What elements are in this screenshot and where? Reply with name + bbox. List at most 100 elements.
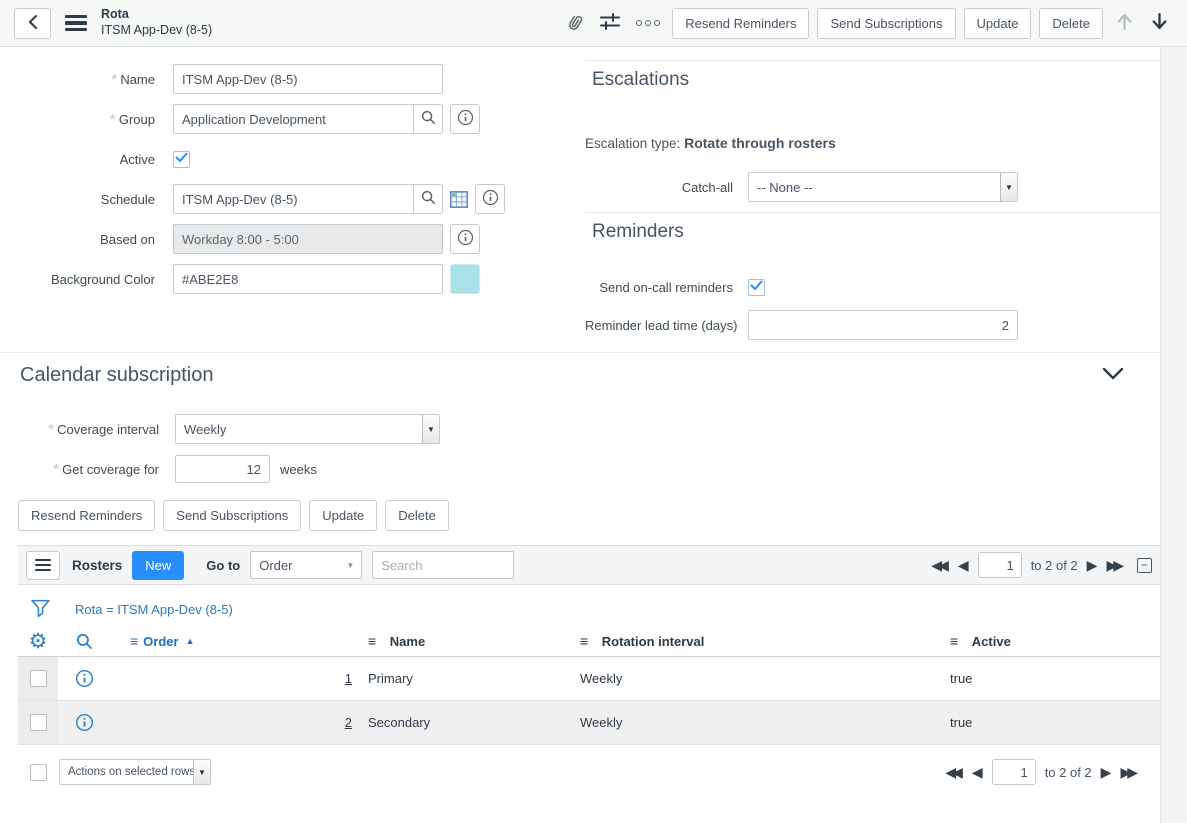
scrollbar-gutter[interactable] xyxy=(1160,47,1187,823)
last-page-icon[interactable]: ▶▶ xyxy=(1106,558,1120,572)
column-header-active[interactable]: ≡ Active xyxy=(940,626,1160,656)
row-checkbox[interactable] xyxy=(30,670,47,687)
last-page-icon[interactable]: ▶▶ xyxy=(1120,765,1134,779)
form-context-menu-icon[interactable] xyxy=(65,12,87,35)
column-header-order[interactable]: ≡ Order ▲ xyxy=(110,626,358,656)
send-subscriptions-button[interactable]: Send Subscriptions xyxy=(163,500,301,531)
cell-name: Secondary xyxy=(358,701,570,744)
coverage-interval-value: Weekly xyxy=(176,415,422,443)
get-coverage-input[interactable] xyxy=(175,455,270,483)
send-subscriptions-button[interactable]: Send Subscriptions xyxy=(817,8,955,39)
search-icon xyxy=(421,110,436,128)
dropdown-arrow-icon: ▼ xyxy=(1000,173,1017,201)
column-label: Name xyxy=(390,634,425,649)
filter-breadcrumb[interactable]: Rota = ITSM App-Dev (8-5) xyxy=(75,602,233,617)
page-number-input[interactable] xyxy=(978,552,1022,578)
delete-button[interactable]: Delete xyxy=(385,500,449,531)
list-personalize-gear-icon[interactable]: ⚙ xyxy=(29,631,48,652)
column-menu-icon: ≡ xyxy=(580,633,588,649)
based-on-preview-button[interactable] xyxy=(450,224,480,254)
update-button[interactable]: Update xyxy=(309,500,377,531)
goto-field-select[interactable]: Order ▼ xyxy=(250,551,362,579)
required-icon: * xyxy=(53,466,59,476)
arrow-down-icon xyxy=(1150,19,1169,34)
resend-reminders-button[interactable]: Resend Reminders xyxy=(672,8,809,39)
attachment-button[interactable] xyxy=(561,10,588,37)
record-type-label: Rota xyxy=(101,7,212,23)
new-roster-button[interactable]: New xyxy=(132,551,184,580)
header-actions: Resend Reminders Send Subscriptions Upda… xyxy=(561,8,1173,39)
schedule-label: Schedule xyxy=(101,192,155,207)
back-button[interactable] xyxy=(14,8,51,39)
table-row: 1 Primary Weekly true xyxy=(18,657,1160,701)
required-icon: * xyxy=(48,426,54,436)
coverage-interval-field-row: * Coverage interval Weekly ▼ xyxy=(0,414,440,444)
next-page-icon[interactable]: ▶ xyxy=(1087,558,1098,572)
based-on-label: Based on xyxy=(100,232,155,247)
next-record-button[interactable] xyxy=(1146,12,1173,34)
schedule-lookup-button[interactable] xyxy=(413,184,443,214)
group-input[interactable] xyxy=(173,104,413,134)
background-color-input[interactable] xyxy=(173,264,443,294)
row-info-icon[interactable] xyxy=(75,713,94,732)
coverage-interval-label-wrap: * Coverage interval xyxy=(0,422,159,437)
cell-active: true xyxy=(940,657,1160,700)
previous-page-icon[interactable]: ◀ xyxy=(972,765,983,779)
first-page-icon[interactable]: ◀◀ xyxy=(931,558,945,572)
send-reminders-checkbox[interactable] xyxy=(748,279,765,296)
escalation-type-value: Rotate through rosters xyxy=(684,135,836,151)
filter-funnel-icon[interactable] xyxy=(30,599,51,619)
order-link[interactable]: 2 xyxy=(345,715,352,730)
list-search-icon[interactable] xyxy=(76,633,93,650)
form-footer-buttons: Resend Reminders Send Subscriptions Upda… xyxy=(18,500,449,531)
previous-page-icon[interactable]: ◀ xyxy=(958,558,969,572)
check-icon xyxy=(750,278,763,296)
list-header-bar: Rosters New Go to Order ▼ ◀◀ ◀ to 2 of 2… xyxy=(18,545,1160,585)
section-divider xyxy=(0,352,1160,353)
order-link[interactable]: 1 xyxy=(345,671,352,686)
next-page-icon[interactable]: ▶ xyxy=(1101,765,1112,779)
catch-all-value: -- None -- xyxy=(749,173,1000,201)
group-lookup-button[interactable] xyxy=(413,104,443,134)
select-all-checkbox[interactable] xyxy=(30,764,47,781)
update-button[interactable]: Update xyxy=(964,8,1032,39)
based-on-field-row: Based on xyxy=(0,224,480,254)
coverage-unit-label: weeks xyxy=(280,462,317,477)
collapse-list-icon[interactable]: − xyxy=(1137,558,1152,573)
resend-reminders-button[interactable]: Resend Reminders xyxy=(18,500,155,531)
calendar-subscription-section: Calendar subscription * Coverage interva… xyxy=(0,352,1160,500)
row-info-icon[interactable] xyxy=(75,669,94,688)
group-label-wrap: * Group xyxy=(0,112,155,127)
lead-time-input[interactable] xyxy=(748,310,1018,340)
background-color-label: Background Color xyxy=(51,272,155,287)
info-icon xyxy=(482,189,499,209)
schedule-input[interactable] xyxy=(173,184,413,214)
list-context-menu-button[interactable] xyxy=(26,551,60,580)
coverage-interval-select[interactable]: Weekly ▼ xyxy=(175,414,440,444)
delete-button[interactable]: Delete xyxy=(1039,8,1103,39)
page-number-input[interactable] xyxy=(992,759,1036,785)
active-checkbox[interactable] xyxy=(173,151,190,168)
schedule-calendar-icon[interactable] xyxy=(450,191,468,208)
column-header-rotation-interval[interactable]: ≡ Rotation interval xyxy=(570,626,940,656)
record-name-label: ITSM App-Dev (8-5) xyxy=(101,23,212,39)
get-coverage-field-row: * Get coverage for weeks xyxy=(0,454,317,484)
row-actions-select[interactable]: Actions on selected rows... ▼ xyxy=(59,759,211,785)
more-options-button[interactable] xyxy=(632,18,664,28)
column-header-name[interactable]: ≡ Name xyxy=(358,626,570,656)
row-checkbox[interactable] xyxy=(30,714,47,731)
schedule-preview-button[interactable] xyxy=(475,184,505,214)
active-label: Active xyxy=(120,152,155,167)
check-icon xyxy=(175,150,188,168)
list-search-input[interactable] xyxy=(372,551,514,579)
first-page-icon[interactable]: ◀◀ xyxy=(945,765,959,779)
column-menu-icon: ≡ xyxy=(130,633,138,649)
collapse-section-button[interactable] xyxy=(1096,366,1130,384)
catch-all-select[interactable]: -- None -- ▼ xyxy=(748,172,1018,202)
personalize-form-button[interactable] xyxy=(596,11,624,35)
group-preview-button[interactable] xyxy=(450,104,480,134)
color-swatch[interactable] xyxy=(450,264,480,294)
column-label: Rotation interval xyxy=(602,634,705,649)
name-input[interactable] xyxy=(173,64,443,94)
previous-record-button[interactable] xyxy=(1111,12,1138,34)
